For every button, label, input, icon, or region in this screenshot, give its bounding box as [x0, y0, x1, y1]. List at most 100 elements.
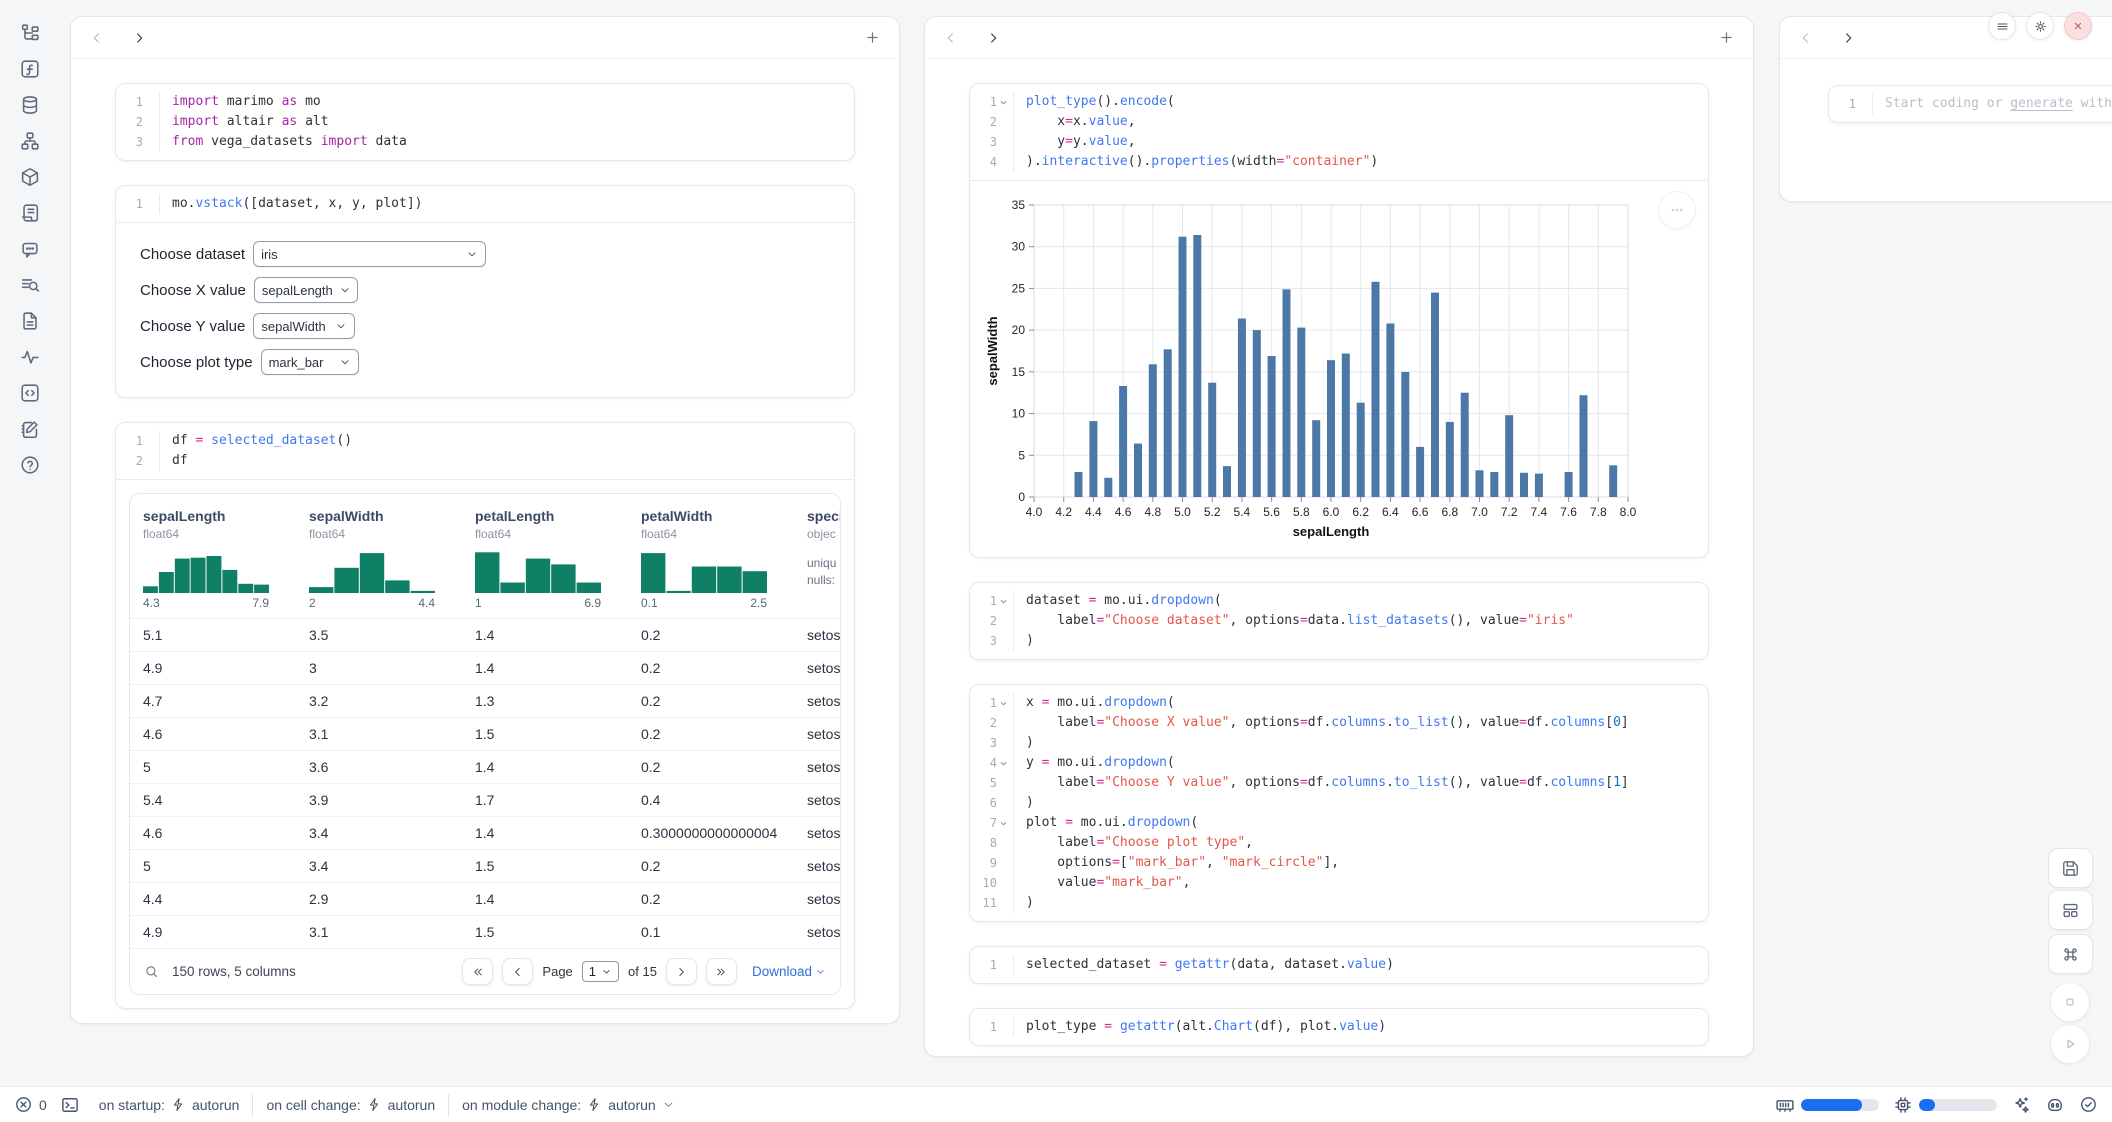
column-header-speci[interactable]: speci objecuniqunulls:	[794, 508, 840, 610]
imports-cell[interactable]: 123import marimo as moimport altair as a…	[115, 83, 855, 161]
on-cell-change-setting[interactable]: on cell change: autorun	[266, 1097, 435, 1113]
table-row[interactable]: 5.13.51.40.2setos	[130, 618, 840, 651]
selected-dataset-cell[interactable]: 1selected_dataset = getattr(data, datase…	[969, 946, 1709, 984]
dataset-dropdown-cell[interactable]: 123dataset = mo.ui.dropdown( label="Choo…	[969, 582, 1709, 660]
code-editor[interactable]: plot_type = getattr(alt.Chart(df), plot.…	[1014, 1017, 1386, 1037]
table-search-button[interactable]	[144, 964, 159, 979]
code-editor[interactable]: selected_dataset = getattr(data, dataset…	[1014, 955, 1394, 975]
dataframe-cell[interactable]: 12df = selected_dataset()dfsepalLength f…	[115, 422, 855, 1009]
column-back-button[interactable]	[89, 30, 105, 46]
column-forward-button[interactable]	[985, 30, 1001, 46]
plot-type-cell[interactable]: 1plot_type = getattr(alt.Chart(df), plot…	[969, 1008, 1709, 1046]
error-count-indicator[interactable]: 0	[14, 1095, 47, 1114]
table-row[interactable]: 53.41.50.2setos	[130, 849, 840, 882]
column-forward-button[interactable]	[131, 30, 147, 46]
ai-assist-button[interactable]	[2011, 1095, 2031, 1115]
table-row[interactable]: 5.43.91.70.4setos	[130, 783, 840, 816]
fold-chevron-icon[interactable]	[999, 759, 1008, 768]
sidebar-item-notebook-pen[interactable]	[19, 418, 41, 440]
layout-toggle-button[interactable]	[2048, 890, 2093, 930]
run-all-button[interactable]	[2050, 1024, 2090, 1064]
column-back-button[interactable]	[1798, 30, 1814, 46]
notebook-column-left: 123import marimo as moimport altair as a…	[70, 16, 900, 1024]
sidebar-item-function-square[interactable]	[19, 58, 41, 80]
last-page-button[interactable]	[706, 958, 737, 985]
code-editor[interactable]: df = selected_dataset()df	[160, 431, 352, 471]
sidebar-item-search-list[interactable]	[19, 274, 41, 296]
dropdown-choose-x-value[interactable]: sepalLength	[254, 277, 358, 303]
table-row[interactable]: 4.63.41.40.3000000000000004setos	[130, 816, 840, 849]
plot-chart-cell[interactable]: 1234plot_type().encode( x=x.value, y=y.v…	[969, 83, 1709, 558]
vstack-cell[interactable]: 1mo.vstack([dataset, x, y, plot])Choose …	[115, 185, 855, 398]
generate-with-ai-link[interactable]: generate	[2010, 96, 2073, 111]
table-row[interactable]: 4.42.91.40.2setos	[130, 882, 840, 915]
terminal-button[interactable]	[60, 1095, 80, 1115]
sidebar-item-help-circle[interactable]	[19, 454, 41, 476]
chevron-right-icon	[131, 30, 147, 46]
column-header-sepalLength[interactable]: sepalLength float644.37.9	[130, 508, 296, 610]
column-header-petalLength[interactable]: petalLength float6416.9	[462, 508, 628, 610]
fold-chevron-icon[interactable]	[999, 699, 1008, 708]
code-editor-placeholder[interactable]: Start coding or generate with AI	[1873, 94, 2112, 114]
chevron-right-icon	[1840, 30, 1856, 46]
code-editor[interactable]: mo.vstack([dataset, x, y, plot])	[160, 194, 422, 214]
code-editor[interactable]: dataset = mo.ui.dropdown( label="Choose …	[1014, 591, 1574, 651]
fold-chevron-icon[interactable]	[999, 98, 1008, 107]
first-page-button[interactable]	[462, 958, 493, 985]
dropdown-controls-output: Choose datasetirisChoose X valuesepalLen…	[116, 222, 854, 397]
previous-page-button[interactable]	[502, 958, 533, 985]
connection-status-indicator[interactable]	[2079, 1095, 2098, 1114]
sidebar-item-package[interactable]	[19, 166, 41, 188]
code-editor[interactable]: plot_type().encode( x=x.value, y=y.value…	[1014, 92, 1378, 172]
fold-chevron-icon[interactable]	[999, 597, 1008, 606]
code-editor[interactable]: import marimo as moimport altair as altf…	[160, 92, 407, 152]
xy-plot-dropdowns-cell[interactable]: 1234567891011x = mo.ui.dropdown( label="…	[969, 684, 1709, 922]
column-stats: uniqunulls:	[807, 555, 840, 589]
keyboard-shortcuts-button[interactable]	[2048, 934, 2093, 974]
column-back-button[interactable]	[943, 30, 959, 46]
sidebar-item-code-snippet[interactable]	[19, 382, 41, 404]
page-number-select[interactable]: 1	[582, 961, 619, 982]
fold-chevron-icon[interactable]	[999, 819, 1008, 828]
sidebar-item-activity[interactable]	[19, 346, 41, 368]
copilot-status-button[interactable]	[2045, 1095, 2065, 1115]
table-cell: 5.1	[130, 627, 296, 643]
table-row[interactable]: 4.73.21.30.2setos	[130, 684, 840, 717]
bar-chart[interactable]: 4.0 4.2 4.4 4.6 4.8 5.0 5.2 5.4 5.6 5.8 …	[984, 193, 1644, 545]
on-module-change-setting[interactable]: on module change: autorun	[462, 1097, 675, 1113]
column-header-petalWidth[interactable]: petalWidth float640.12.5	[628, 508, 794, 610]
on-startup-setting[interactable]: on startup: autorun	[99, 1097, 240, 1113]
column-forward-button[interactable]	[1840, 30, 1856, 46]
chevron-right-icon	[985, 30, 1001, 46]
download-button[interactable]: Download	[752, 964, 826, 979]
table-row[interactable]: 4.63.11.50.2setos	[130, 717, 840, 750]
sidebar-item-file-text[interactable]	[19, 310, 41, 332]
next-page-button[interactable]	[666, 958, 697, 985]
stop-kernel-button[interactable]	[2050, 982, 2090, 1022]
sidebar-item-bot-message[interactable]	[19, 238, 41, 260]
svg-text:5.8: 5.8	[1293, 505, 1310, 519]
code-editor[interactable]: x = mo.ui.dropdown( label="Choose X valu…	[1014, 693, 1629, 913]
column-header-sepalWidth[interactable]: sepalWidth float6424.4	[296, 508, 462, 610]
add-column-button[interactable]	[1718, 29, 1735, 46]
settings-button[interactable]	[2026, 12, 2054, 40]
dropdown-choose-y-value[interactable]: sepalWidth	[253, 313, 355, 339]
close-button[interactable]	[2064, 12, 2092, 40]
control-row: Choose plot typemark_bar	[140, 347, 830, 377]
empty-cell[interactable]: 1 Start coding or generate with AI	[1828, 85, 2112, 123]
bot-message-icon	[19, 238, 41, 260]
sidebar-item-scroll-text[interactable]	[19, 202, 41, 224]
chart-options-button[interactable]	[1658, 191, 1696, 229]
table-row[interactable]: 4.93.11.50.1setos	[130, 915, 840, 948]
sidebar-item-database[interactable]	[19, 94, 41, 116]
circle-x-icon	[14, 1095, 33, 1114]
sidebar-item-network[interactable]	[19, 130, 41, 152]
sidebar-item-file-tree[interactable]	[19, 22, 41, 44]
notebook-menu-button[interactable]	[1988, 12, 2016, 40]
add-column-button[interactable]	[864, 29, 881, 46]
dropdown-choose-plot-type[interactable]: mark_bar	[261, 349, 359, 375]
table-row[interactable]: 53.61.40.2setos	[130, 750, 840, 783]
save-button[interactable]	[2048, 848, 2093, 888]
table-row[interactable]: 4.931.40.2setos	[130, 651, 840, 684]
dropdown-choose-dataset[interactable]: iris	[253, 241, 486, 267]
